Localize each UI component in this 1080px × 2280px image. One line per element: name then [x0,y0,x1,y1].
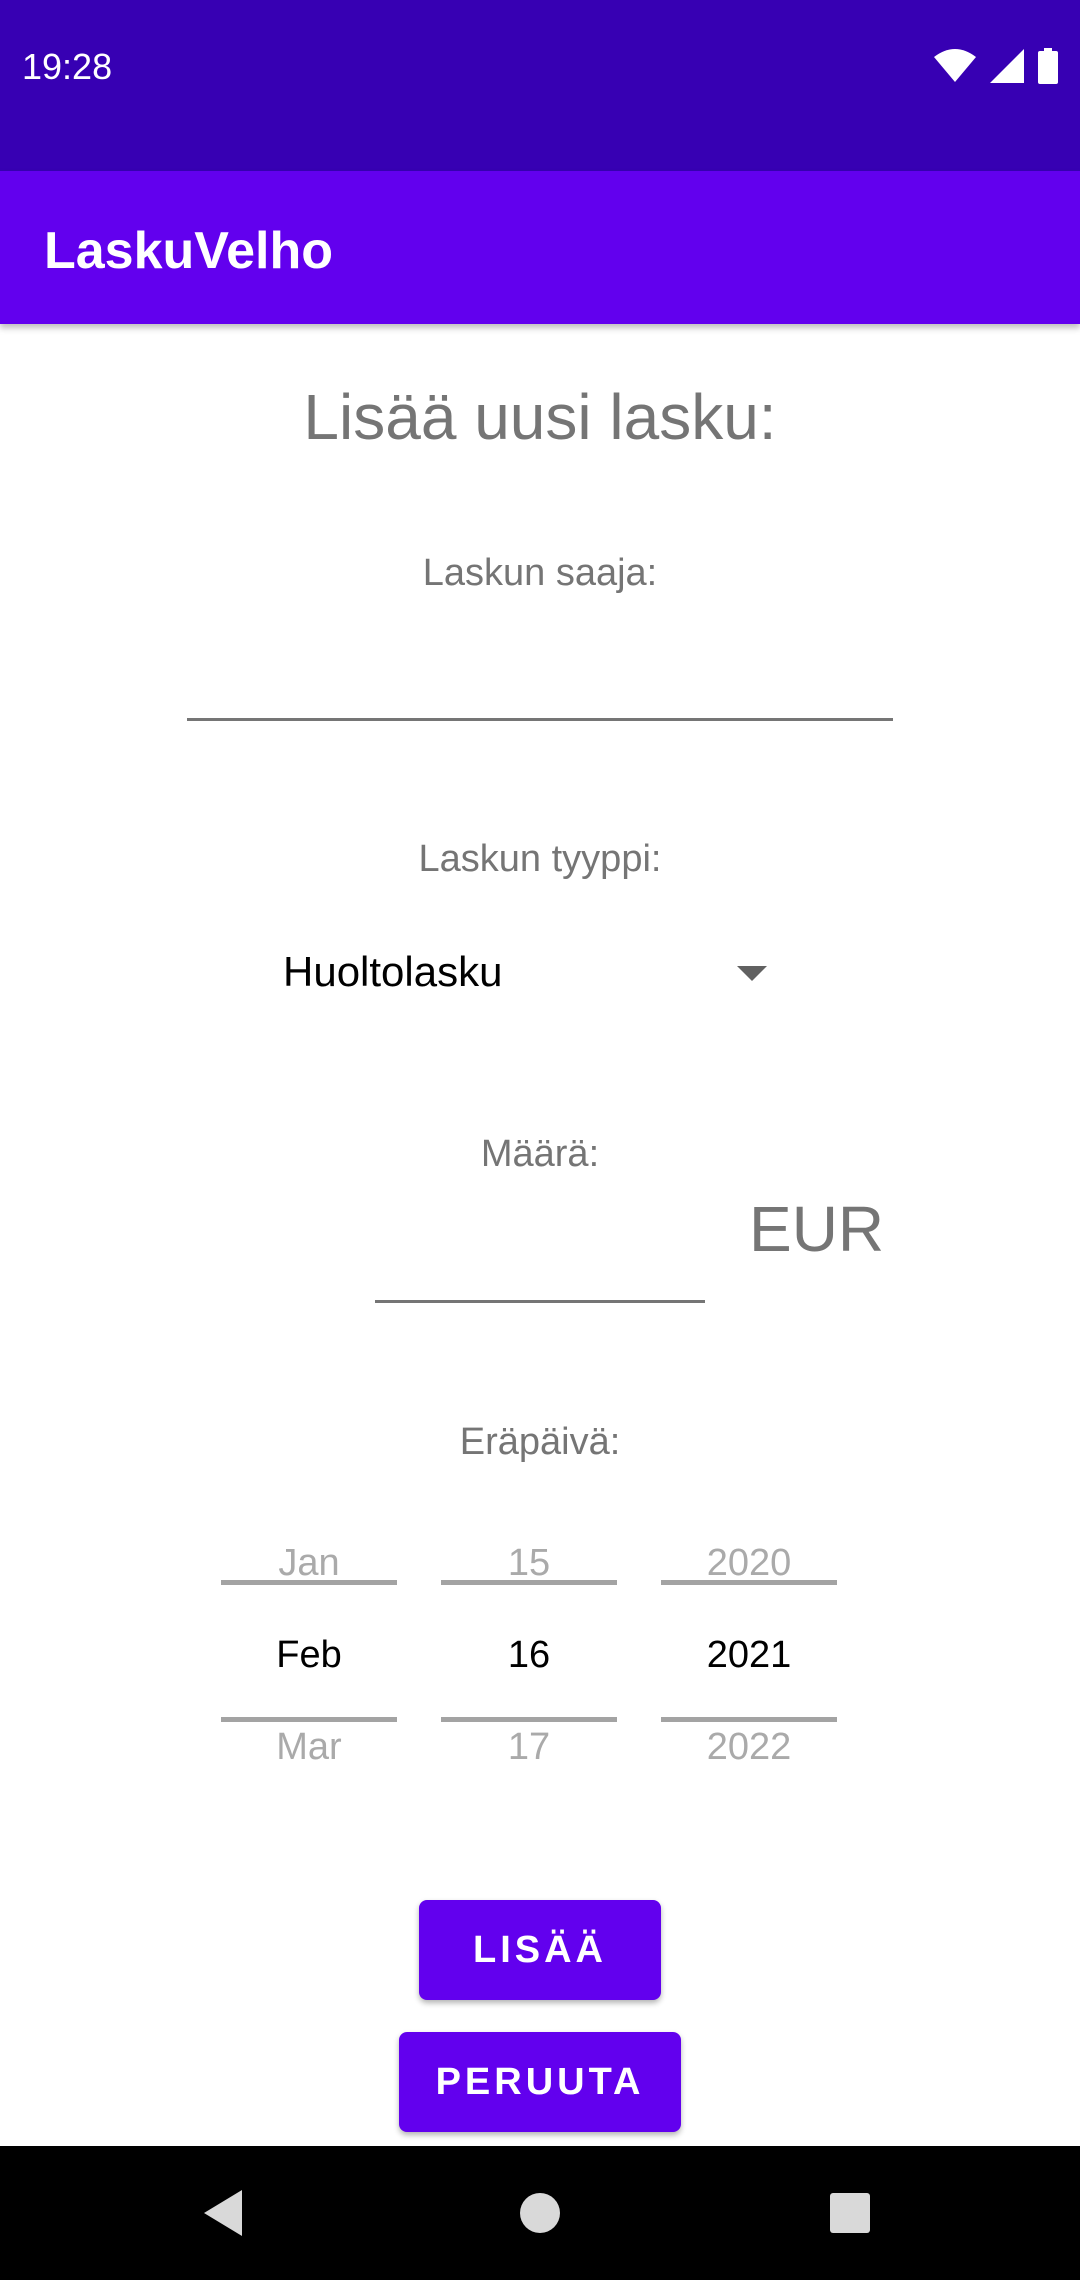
dropdown-arrow-icon [737,966,767,981]
year-next[interactable]: 2022 [661,1726,837,1769]
type-dropdown[interactable]: Huoltolasku [283,940,783,1010]
amount-label: Määrä: [480,1133,600,1175]
app-bar: LaskuVelho [0,171,1080,324]
page-title: Lisää uusi lasku: [303,381,777,453]
month-current[interactable]: Feb [221,1634,397,1677]
status-icons [934,46,1058,86]
battery-icon [1038,48,1058,84]
day-picker[interactable]: 15 16 17 [441,1530,617,1770]
cellular-signal-icon [990,49,1024,83]
picker-divider [221,1717,397,1722]
picker-divider [221,1580,397,1585]
year-picker[interactable]: 2020 2021 2022 [661,1530,837,1770]
month-picker[interactable]: Jan Feb Mar [221,1530,397,1770]
year-prev[interactable]: 2020 [661,1542,837,1585]
picker-divider [661,1580,837,1585]
picker-divider [441,1717,617,1722]
type-label: Laskun tyyppi: [418,838,662,880]
picker-divider [441,1580,617,1585]
home-icon[interactable] [505,2178,575,2248]
add-button[interactable]: LISÄÄ [419,1900,661,2000]
picker-divider [661,1717,837,1722]
day-prev[interactable]: 15 [441,1542,617,1585]
day-next[interactable]: 17 [441,1726,617,1769]
cancel-button[interactable]: PERUUTA [399,2032,681,2132]
day-current[interactable]: 16 [441,1634,617,1677]
recipient-input[interactable] [187,640,893,721]
status-bar: 19:28 [0,0,1080,171]
wifi-icon [934,49,976,82]
amount-input[interactable] [375,1230,705,1303]
month-prev[interactable]: Jan [221,1542,397,1585]
recents-icon[interactable] [815,2178,885,2248]
year-current[interactable]: 2021 [661,1634,837,1677]
month-next[interactable]: Mar [221,1726,397,1769]
status-time: 19:28 [22,46,113,87]
back-icon[interactable] [190,2178,260,2248]
type-selected-value: Huoltolasku [283,948,503,995]
due-date-label: Eräpäivä: [459,1421,621,1463]
recipient-label: Laskun saaja: [422,552,658,594]
currency-label: EUR [749,1193,885,1265]
navigation-bar [0,2146,1080,2280]
app-title: LaskuVelho [44,222,333,280]
